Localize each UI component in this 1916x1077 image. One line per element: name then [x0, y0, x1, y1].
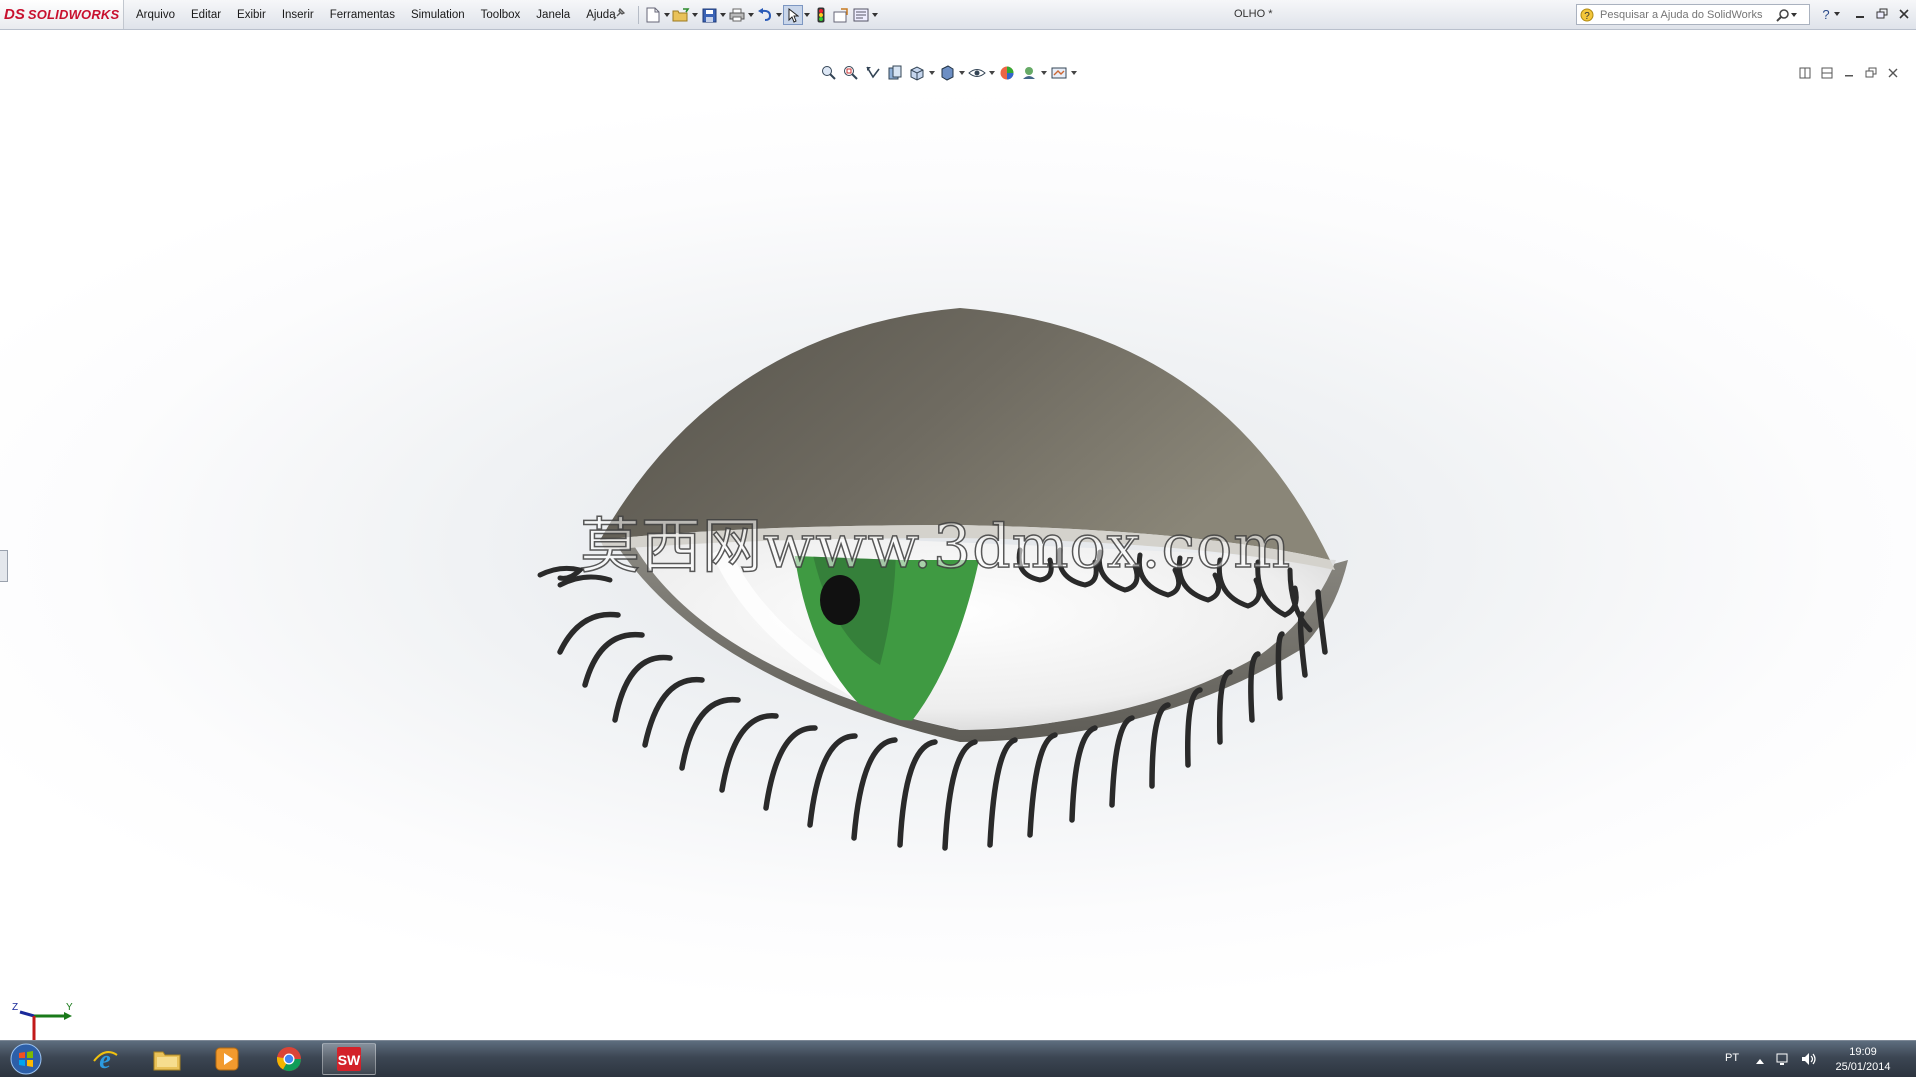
new-document-icon[interactable] — [643, 5, 663, 25]
select-dropdown[interactable] — [803, 5, 811, 25]
menu-simulation[interactable]: Simulation — [411, 9, 465, 21]
options-dropdown[interactable] — [871, 5, 879, 25]
triad-y-label: Y — [66, 1002, 73, 1013]
save-icon[interactable] — [699, 5, 719, 25]
reference-triad: Z Y X — [6, 998, 76, 1040]
svg-text:e: e — [99, 1045, 111, 1073]
file-explorer-icon[interactable] — [140, 1043, 194, 1075]
title-bar: DS SOLIDWORKS Arquivo Editar Exibir Inse… — [0, 0, 1916, 30]
menu-inserir[interactable]: Inserir — [282, 9, 314, 21]
menu-editar[interactable]: Editar — [191, 9, 221, 21]
show-hidden-icons-icon[interactable] — [1755, 1054, 1765, 1068]
close-icon[interactable] — [1896, 6, 1912, 22]
save-dropdown[interactable] — [719, 5, 727, 25]
solidworks-logo[interactable]: DS SOLIDWORKS — [0, 0, 124, 29]
start-button-icon[interactable] — [4, 1043, 48, 1075]
ds-logo-mark: DS — [4, 6, 25, 23]
watermark: 莫西网www.3dmox.com — [579, 511, 1292, 583]
select-arrow-icon[interactable] — [783, 5, 803, 25]
undo-dropdown[interactable] — [775, 5, 783, 25]
logo-text: SOLIDWORKS — [27, 7, 120, 22]
menu-janela[interactable]: Janela — [536, 9, 570, 21]
internet-explorer-icon[interactable]: e — [78, 1043, 132, 1075]
chrome-icon[interactable] — [262, 1043, 316, 1075]
triad-z-label: Z — [12, 1002, 18, 1013]
restore-icon[interactable] — [1874, 6, 1890, 22]
svg-text:?: ? — [1822, 7, 1829, 21]
clock-date: 25/01/2014 — [1835, 1061, 1891, 1073]
new-dropdown[interactable] — [663, 5, 671, 25]
rebuild-traffic-light-icon[interactable] — [811, 5, 831, 25]
file-properties-icon[interactable] — [831, 5, 851, 25]
media-player-icon[interactable] — [200, 1043, 254, 1075]
graphics-area[interactable]: 莫西网www.3dmox.com Z Y X — [0, 30, 1916, 1040]
menu-ferramentas[interactable]: Ferramentas — [330, 9, 395, 21]
clock-time: 19:09 — [1849, 1046, 1877, 1058]
help-dropdown[interactable] — [1832, 6, 1842, 22]
options-icon[interactable] — [851, 5, 871, 25]
standard-toolbar — [634, 4, 879, 26]
svg-text:?: ? — [1584, 11, 1590, 22]
print-dropdown[interactable] — [747, 5, 755, 25]
menu-exibir[interactable]: Exibir — [237, 9, 266, 21]
language-indicator[interactable]: PT — [1725, 1052, 1739, 1064]
windows-taskbar: e SW PT 19:09 25/01/2014 — [0, 1040, 1916, 1077]
minimize-icon[interactable] — [1852, 6, 1868, 22]
open-folder-icon[interactable] — [671, 5, 691, 25]
search-icon[interactable] — [1776, 8, 1790, 22]
pin-menu-icon[interactable] — [612, 7, 626, 21]
menu-toolbox[interactable]: Toolbox — [481, 9, 521, 21]
search-input[interactable] — [1598, 7, 1772, 22]
network-icon[interactable] — [1775, 1051, 1791, 1070]
svg-text:SW: SW — [338, 1052, 361, 1068]
help-search-box: ? — [1576, 4, 1810, 25]
menu-bar: Arquivo Editar Exibir Inserir Ferramenta… — [136, 0, 632, 29]
volume-icon[interactable] — [1800, 1051, 1818, 1070]
help-question-icon: ? — [1580, 8, 1594, 22]
print-icon[interactable] — [727, 5, 747, 25]
toolbar-separator — [638, 6, 639, 24]
solidworks-icon[interactable]: SW — [322, 1043, 376, 1075]
search-dropdown[interactable] — [1790, 5, 1798, 25]
undo-icon[interactable] — [755, 5, 775, 25]
menu-arquivo[interactable]: Arquivo — [136, 9, 175, 21]
document-title: OLHO * — [1234, 8, 1273, 20]
open-dropdown[interactable] — [691, 5, 699, 25]
system-clock[interactable]: 19:09 25/01/2014 — [1828, 1045, 1898, 1075]
